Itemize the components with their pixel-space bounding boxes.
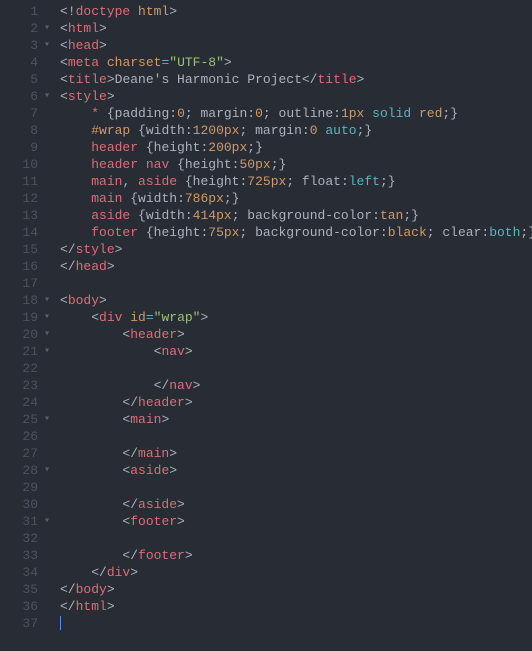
line-number: 8 (0, 122, 42, 139)
code-line[interactable]: main {width:786px;} (60, 190, 532, 207)
code-line[interactable]: aside {width:414px; background-color:tan… (60, 207, 532, 224)
code-line[interactable]: <style> (60, 88, 532, 105)
line-number: 25▾ (0, 411, 42, 428)
fold-toggle-icon[interactable]: ▾ (42, 343, 52, 360)
line-number: 35 (0, 581, 42, 598)
fold-toggle-icon[interactable]: ▾ (42, 37, 52, 54)
code-line[interactable]: </head> (60, 258, 532, 275)
line-number: 19▾ (0, 309, 42, 326)
line-number: 11 (0, 173, 42, 190)
code-line[interactable]: <!doctype html> (60, 3, 532, 20)
line-number: 34 (0, 564, 42, 581)
line-number: 14 (0, 224, 42, 241)
line-number: 33 (0, 547, 42, 564)
code-line[interactable]: <html> (60, 20, 532, 37)
line-number: 2▾ (0, 20, 42, 37)
fold-toggle-icon[interactable]: ▾ (42, 309, 52, 326)
code-line[interactable]: <header> (60, 326, 532, 343)
line-number: 23 (0, 377, 42, 394)
line-number: 18▾ (0, 292, 42, 309)
code-line[interactable]: <div id="wrap"> (60, 309, 532, 326)
line-number: 3▾ (0, 37, 42, 54)
line-number: 27 (0, 445, 42, 462)
code-line[interactable]: <aside> (60, 462, 532, 479)
fold-toggle-icon[interactable]: ▾ (42, 20, 52, 37)
code-line[interactable]: </aside> (60, 496, 532, 513)
code-line[interactable] (60, 428, 532, 445)
line-number: 28▾ (0, 462, 42, 479)
code-line[interactable]: main, aside {height:725px; float:left;} (60, 173, 532, 190)
line-number: 7 (0, 105, 42, 122)
line-number: 9 (0, 139, 42, 156)
code-line[interactable] (60, 360, 532, 377)
line-number: 5 (0, 71, 42, 88)
line-number: 20▾ (0, 326, 42, 343)
line-number: 15 (0, 241, 42, 258)
code-line[interactable]: </html> (60, 598, 532, 615)
code-area[interactable]: <!doctype html><html><head><meta charset… (42, 0, 532, 651)
code-line[interactable] (60, 615, 532, 632)
code-line[interactable] (60, 479, 532, 496)
code-line[interactable]: <nav> (60, 343, 532, 360)
line-number: 1 (0, 3, 42, 20)
code-line[interactable]: <body> (60, 292, 532, 309)
code-line[interactable]: #wrap {width:1200px; margin:0 auto;} (60, 122, 532, 139)
fold-toggle-icon[interactable]: ▾ (42, 326, 52, 343)
text-cursor (60, 616, 61, 630)
line-number: 32 (0, 530, 42, 547)
code-line[interactable]: </footer> (60, 547, 532, 564)
fold-toggle-icon[interactable]: ▾ (42, 513, 52, 530)
code-line[interactable]: footer {height:75px; background-color:bl… (60, 224, 532, 241)
line-number: 29 (0, 479, 42, 496)
line-number: 37 (0, 615, 42, 632)
code-line[interactable]: </style> (60, 241, 532, 258)
line-number: 17 (0, 275, 42, 292)
line-number: 22 (0, 360, 42, 377)
code-line[interactable]: </div> (60, 564, 532, 581)
line-number: 6▾ (0, 88, 42, 105)
code-line[interactable]: </main> (60, 445, 532, 462)
code-line[interactable]: </header> (60, 394, 532, 411)
line-number: 12 (0, 190, 42, 207)
line-number-gutter: 12▾3▾456▾789101112131415161718▾19▾20▾21▾… (0, 0, 42, 651)
line-number: 26 (0, 428, 42, 445)
line-number: 31▾ (0, 513, 42, 530)
line-number: 21▾ (0, 343, 42, 360)
line-number: 16 (0, 258, 42, 275)
line-number: 4 (0, 54, 42, 71)
code-line[interactable] (60, 275, 532, 292)
line-number: 10 (0, 156, 42, 173)
code-editor[interactable]: 12▾3▾456▾789101112131415161718▾19▾20▾21▾… (0, 0, 532, 651)
code-line[interactable]: * {padding:0; margin:0; outline:1px soli… (60, 105, 532, 122)
fold-toggle-icon[interactable]: ▾ (42, 292, 52, 309)
code-line[interactable]: <head> (60, 37, 532, 54)
code-line[interactable]: </nav> (60, 377, 532, 394)
code-line[interactable]: </body> (60, 581, 532, 598)
line-number: 30 (0, 496, 42, 513)
fold-toggle-icon[interactable]: ▾ (42, 88, 52, 105)
code-line[interactable]: <title>Deane's Harmonic Project</title> (60, 71, 532, 88)
code-line[interactable] (60, 530, 532, 547)
code-line[interactable]: header {height:200px;} (60, 139, 532, 156)
code-line[interactable]: <footer> (60, 513, 532, 530)
fold-toggle-icon[interactable]: ▾ (42, 411, 52, 428)
fold-toggle-icon[interactable]: ▾ (42, 462, 52, 479)
line-number: 36 (0, 598, 42, 615)
code-line[interactable]: <main> (60, 411, 532, 428)
line-number: 13 (0, 207, 42, 224)
code-line[interactable]: <meta charset="UTF-8"> (60, 54, 532, 71)
line-number: 24 (0, 394, 42, 411)
code-line[interactable]: header nav {height:50px;} (60, 156, 532, 173)
